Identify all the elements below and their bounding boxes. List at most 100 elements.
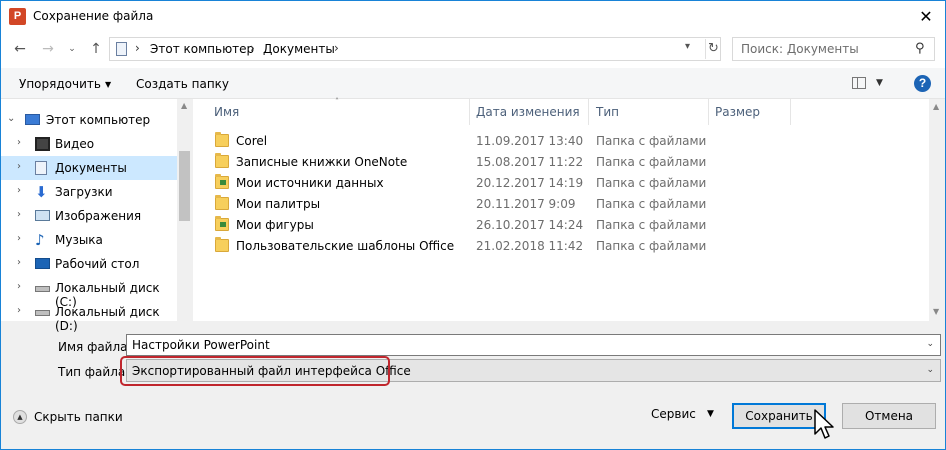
- breadcrumb-this-pc[interactable]: Этот компьютер: [150, 42, 254, 56]
- sidebar-item-video[interactable]: › Видео: [1, 132, 177, 156]
- sidebar-item-music[interactable]: › ♪ Музыка: [1, 228, 177, 252]
- column-header-type[interactable]: Тип: [596, 105, 619, 119]
- sidebar-item-label: Изображения: [55, 209, 142, 223]
- list-item[interactable]: Corel 11.09.2017 13:40 Папка с файлами: [213, 131, 913, 152]
- address-bar[interactable]: › Этот компьютер › Документы › ▾ ↻: [109, 37, 721, 61]
- new-folder-button[interactable]: Создать папку: [136, 77, 229, 91]
- organize-button[interactable]: Упорядочить ▼: [19, 77, 111, 91]
- tools-menu-button[interactable]: Сервис: [651, 407, 696, 421]
- column-divider[interactable]: [469, 99, 470, 125]
- sidebar-item-desktop[interactable]: › Рабочий стол: [1, 252, 177, 276]
- scroll-up-icon[interactable]: ▲: [181, 101, 187, 110]
- back-arrow-icon[interactable]: ←: [11, 41, 29, 57]
- chevron-right-icon[interactable]: ›: [17, 185, 21, 196]
- column-header-size[interactable]: Размер: [715, 105, 760, 119]
- chevron-right-icon[interactable]: ›: [17, 137, 21, 148]
- list-item[interactable]: Мои источники данных 20.12.2017 14:19 Па…: [213, 173, 913, 194]
- drive-icon: [35, 286, 50, 292]
- sidebar-item-downloads[interactable]: › ⬇ Загрузки: [1, 180, 177, 204]
- address-dropdown-icon[interactable]: ▾: [685, 41, 690, 52]
- list-item[interactable]: Записные книжки OneNote 15.08.2017 11:22…: [213, 152, 913, 173]
- sidebar-item-label: Этот компьютер: [46, 113, 151, 127]
- sidebar-item-documents[interactable]: › Документы: [1, 156, 177, 180]
- list-item[interactable]: Пользовательские шаблоны Office 21.02.20…: [213, 236, 913, 257]
- scrollbar-thumb[interactable]: [179, 151, 190, 221]
- chevron-down-icon[interactable]: ⌄: [7, 113, 15, 124]
- close-icon[interactable]: ✕: [914, 5, 938, 29]
- file-type: Папка с файлами: [596, 197, 707, 211]
- chevron-right-icon[interactable]: ›: [17, 161, 21, 172]
- breadcrumb-documents[interactable]: Документы: [263, 42, 335, 56]
- file-list: ˄ Имя Дата изменения Тип Размер Corel 11…: [193, 97, 945, 321]
- view-options-icon[interactable]: [852, 77, 866, 89]
- file-type: Папка с файлами: [596, 218, 707, 232]
- chevron-down-icon[interactable]: ▼: [876, 78, 883, 88]
- navigation-scrollbar[interactable]: ▲: [177, 99, 193, 321]
- refresh-icon[interactable]: ↻: [705, 39, 721, 59]
- sidebar-item-this-pc[interactable]: ⌄ Этот компьютер: [1, 108, 177, 132]
- sidebar-item-label: Загрузки: [55, 185, 113, 199]
- file-list-scrollbar[interactable]: ▲ ▼: [929, 99, 945, 321]
- file-name: Пользовательские шаблоны Office: [236, 239, 455, 253]
- help-icon[interactable]: ?: [914, 75, 931, 92]
- file-type: Папка с файлами: [596, 155, 707, 169]
- sidebar-item-label: Документы: [55, 161, 127, 175]
- list-item[interactable]: Мои фигуры 26.10.2017 14:24 Папка с файл…: [213, 215, 913, 236]
- sidebar-item-label: Музыка: [55, 233, 103, 247]
- chevron-right-icon[interactable]: ›: [17, 281, 21, 292]
- file-date: 15.08.2017 11:22: [476, 155, 584, 169]
- recent-locations-chevron-icon[interactable]: ⌄: [63, 44, 81, 54]
- chevron-down-icon[interactable]: ⌄: [926, 339, 934, 349]
- data-sources-folder-icon: [215, 174, 229, 189]
- forward-arrow-icon[interactable]: →: [39, 41, 57, 57]
- save-button[interactable]: Сохранить: [732, 403, 826, 429]
- list-item[interactable]: Мои палитры 20.11.2017 9:09 Папка с файл…: [213, 194, 913, 215]
- filename-field[interactable]: Настройки PowerPoint ⌄: [126, 334, 941, 356]
- sidebar-item-images[interactable]: › Изображения: [1, 204, 177, 228]
- chevron-right-icon[interactable]: ›: [17, 257, 21, 268]
- filename-value: Настройки PowerPoint: [132, 338, 270, 352]
- search-placeholder: Поиск: Документы: [741, 42, 859, 56]
- filename-label: Имя файла:: [58, 340, 132, 354]
- column-divider[interactable]: [790, 99, 791, 125]
- sidebar-item-drive-d[interactable]: › Локальный диск (D:): [1, 300, 177, 333]
- documents-icon: [116, 42, 127, 56]
- folder-icon: [215, 195, 229, 210]
- chevron-right-icon[interactable]: ›: [17, 233, 21, 244]
- scroll-up-icon[interactable]: ▲: [933, 102, 939, 111]
- column-divider[interactable]: [708, 99, 709, 125]
- downloads-icon: ⬇: [35, 183, 48, 201]
- cancel-button[interactable]: Отмена: [842, 403, 936, 429]
- file-date: 11.09.2017 13:40: [476, 134, 584, 148]
- column-header-date[interactable]: Дата изменения: [476, 105, 580, 119]
- file-date: 20.12.2017 14:19: [476, 176, 584, 190]
- powerpoint-icon: P: [9, 8, 26, 25]
- sidebar-item-drive-c[interactable]: › Локальный диск (C:): [1, 276, 177, 309]
- file-name: Corel: [236, 134, 268, 148]
- file-type: Папка с файлами: [596, 176, 707, 190]
- chevron-right-icon[interactable]: ›: [17, 305, 21, 316]
- images-icon: [35, 210, 50, 221]
- hide-folders-label: Скрыть папки: [34, 410, 123, 424]
- file-date: 20.11.2017 9:09: [476, 197, 576, 211]
- column-divider[interactable]: [588, 99, 589, 125]
- file-date: 21.02.2018 11:42: [476, 239, 584, 253]
- column-header-name[interactable]: Имя: [214, 105, 239, 119]
- chevron-down-icon[interactable]: ▼: [707, 409, 714, 419]
- shapes-folder-icon: [215, 216, 229, 231]
- file-type: Папка с файлами: [596, 239, 707, 253]
- folder-icon: [215, 153, 229, 168]
- scroll-down-icon[interactable]: ▼: [933, 307, 939, 316]
- filetype-highlight-frame: [120, 356, 390, 386]
- mouse-cursor-icon: [814, 409, 834, 439]
- folder-icon: [215, 237, 229, 252]
- search-input[interactable]: Поиск: Документы ⚲: [732, 37, 935, 61]
- video-icon: [35, 137, 50, 151]
- up-arrow-icon[interactable]: ↑: [87, 41, 105, 57]
- sidebar-item-label: Рабочий стол: [55, 257, 140, 271]
- chevron-down-icon: ▼: [104, 80, 112, 89]
- search-icon[interactable]: ⚲: [915, 41, 925, 56]
- folder-icon: [215, 132, 229, 147]
- chevron-down-icon[interactable]: ⌄: [926, 365, 934, 375]
- chevron-right-icon[interactable]: ›: [17, 209, 21, 220]
